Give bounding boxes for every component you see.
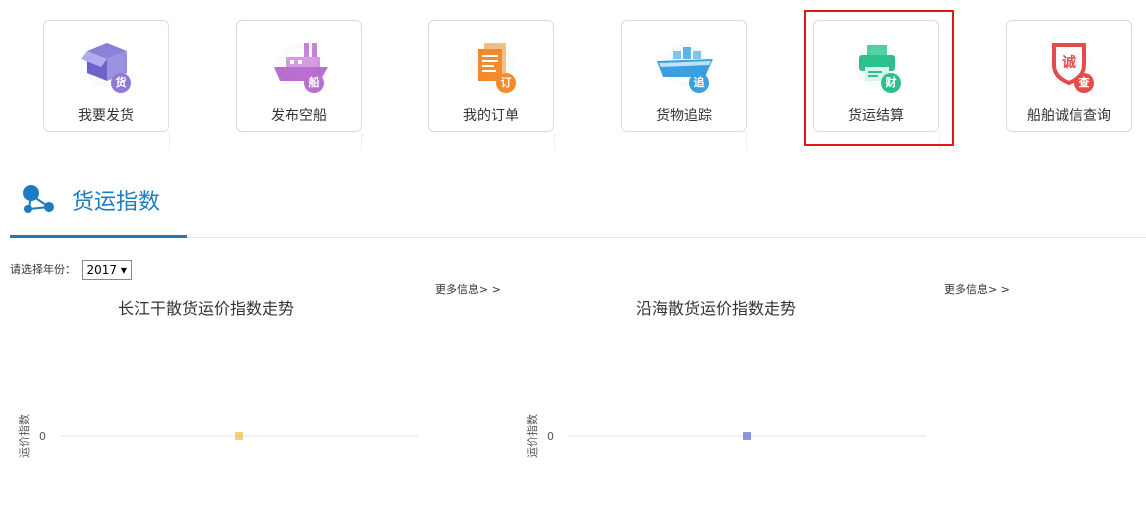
tile-publish-ship[interactable]: 船 发布空船 <box>236 20 362 132</box>
data-point <box>743 432 751 440</box>
more-info-link-2[interactable]: 更多信息> > <box>944 281 1010 297</box>
y-axis-label: 运价指数 <box>17 414 31 458</box>
tile-label: 我要发货 <box>78 108 134 124</box>
divider <box>169 132 170 150</box>
year-select[interactable]: 2017 ▾ <box>81 260 132 280</box>
more-info-link-1[interactable]: 更多信息> > <box>435 281 501 297</box>
tile-label: 船舶诚信查询 <box>1027 108 1111 124</box>
tab-freight-index[interactable]: 货运指数 <box>10 170 187 238</box>
tile-label: 货物追踪 <box>656 108 712 124</box>
tile-my-orders[interactable]: 订 我的订单 <box>428 20 554 132</box>
box-icon: 货 <box>77 35 137 95</box>
tile-label: 我的订单 <box>463 108 519 124</box>
chart-title-1: 长江干散货运价指数走势 <box>118 299 295 318</box>
ship-icon: 船 <box>270 35 330 95</box>
year-filter: 请选择年份： 2017 ▾ <box>10 260 132 280</box>
tile-ship-credit-query[interactable]: 诚 查 船舶诚信查询 <box>1006 20 1132 132</box>
tile-cargo-tracking[interactable]: 追 货物追踪 <box>621 20 747 132</box>
year-filter-label: 请选择年份： <box>10 263 76 276</box>
chart-yangtze-index: 运价指数 0 <box>17 414 418 458</box>
chart-title-2: 沿海散货运价指数走势 <box>636 299 797 318</box>
badge-text: 订 <box>496 73 516 93</box>
chevron-down-icon: ▾ <box>120 263 127 277</box>
divider <box>554 132 555 150</box>
tile-label: 发布空船 <box>271 108 327 124</box>
badge-text: 追 <box>689 73 709 93</box>
share-nodes-icon <box>23 185 54 213</box>
shield-search-icon: 诚 查 <box>1040 35 1100 95</box>
chart-coastal-index: 运价指数 0 <box>525 414 926 458</box>
badge-text: 货 <box>111 73 131 93</box>
badge-text: 查 <box>1074 73 1094 93</box>
divider <box>746 132 747 150</box>
badge-text: 船 <box>304 73 324 93</box>
section-header: 货运指数 <box>10 170 1146 238</box>
cargo-ship-icon: 追 <box>655 35 715 95</box>
tile-ship-cargo[interactable]: 货 我要发货 <box>43 20 169 132</box>
y-tick-label: 0 <box>39 430 46 443</box>
selection-highlight <box>804 10 954 146</box>
y-tick-label: 0 <box>547 430 554 443</box>
document-icon: 订 <box>462 35 522 95</box>
section-title: 货运指数 <box>72 190 161 215</box>
y-axis-label: 运价指数 <box>525 414 539 458</box>
data-point <box>235 432 243 440</box>
divider <box>361 132 362 150</box>
year-select-value: 2017 <box>86 263 118 277</box>
